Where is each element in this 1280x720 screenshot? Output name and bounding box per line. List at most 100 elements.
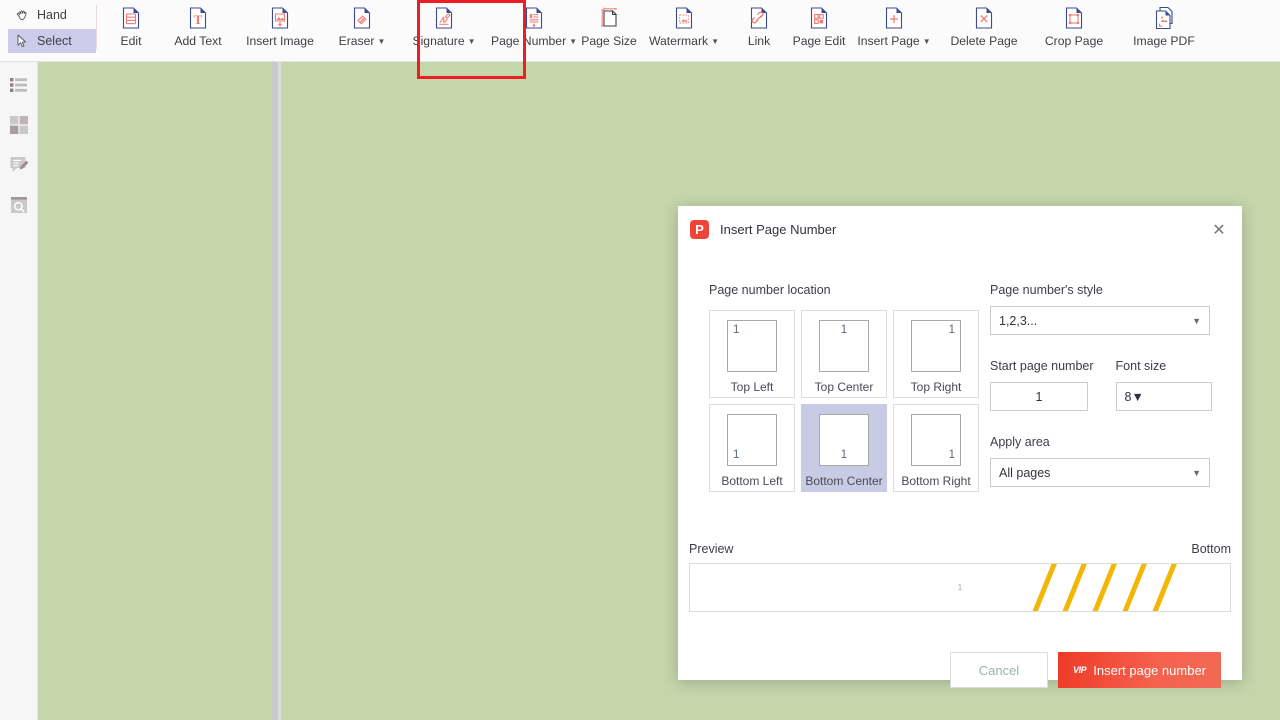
tool-link[interactable]: Link — [729, 0, 789, 62]
image-pdf-icon — [1151, 4, 1177, 32]
location-option-label: Top Right — [910, 380, 962, 394]
tool-watermark[interactable]: Watermark ▼ — [639, 0, 729, 62]
svg-text:T: T — [194, 12, 203, 27]
sidebar-item-outline[interactable] — [7, 74, 31, 100]
start-page-number-group: Start page number 1 — [990, 359, 1094, 411]
sidebar-item-annotations[interactable] — [7, 154, 31, 180]
thumbnail-pane[interactable] — [38, 62, 272, 720]
eraser-icon — [349, 4, 375, 32]
font-size-value: 8 — [1124, 389, 1132, 404]
sidebar-item-search[interactable] — [7, 194, 31, 220]
delete-page-icon — [971, 4, 997, 32]
page-number-location-label: Page number location — [709, 283, 831, 297]
tool-insert-image[interactable]: Insert Image — [235, 0, 325, 62]
page-number-style-select[interactable]: 1,2,3... ▼ — [990, 306, 1210, 335]
start-page-number-label: Start page number — [990, 359, 1094, 373]
location-option-top-right[interactable]: 1 Top Right — [893, 310, 979, 398]
insert-page-icon — [881, 4, 907, 32]
crop-page-icon — [1061, 4, 1087, 32]
app-window: Hand Select Edit T Add Text Insert Image… — [0, 0, 1280, 720]
chevron-down-icon: ▼ — [1131, 389, 1144, 404]
chevron-down-icon: ▼ — [569, 37, 578, 46]
main-toolbar: Hand Select Edit T Add Text Insert Image… — [0, 0, 1280, 79]
toolbar-tools: Edit T Add Text Insert Image Eraser ▼ Si… — [101, 0, 1209, 62]
tool-add-text[interactable]: T Add Text — [161, 0, 235, 62]
tool-page-number-label: Page Number ▼ — [490, 34, 578, 48]
insert-page-number-button[interactable]: VIP Insert page number — [1057, 652, 1221, 688]
location-option-top-left[interactable]: 1 Top Left — [709, 310, 795, 398]
page-edit-icon — [806, 4, 832, 32]
page-number-style-value: 1,2,3... — [999, 313, 1038, 328]
preview-page-number-mark: 1 — [957, 583, 963, 592]
preview-stripe — [1057, 564, 1092, 611]
apply-area-select[interactable]: All pages ▼ — [990, 458, 1210, 487]
watermark-icon — [671, 4, 697, 32]
edit-document-icon — [118, 4, 144, 32]
chevron-down-icon: ▼ — [1192, 467, 1201, 478]
vip-badge-icon: VIP — [1072, 664, 1087, 675]
page-preview-thumb: 1 — [911, 414, 961, 466]
page-number-location-grid: 1 Top Left 1 Top Center 1 Top Right 1 Bo… — [709, 310, 979, 492]
tool-image-pdf-label: Image PDF — [1133, 34, 1195, 48]
tool-page-size[interactable]: Page Size — [579, 0, 639, 62]
annotation-edit-icon — [8, 154, 30, 181]
font-size-label: Font size — [1115, 359, 1167, 373]
tool-page-number[interactable]: Page Number ▼ — [489, 0, 579, 62]
close-icon[interactable]: ✕ — [1206, 218, 1232, 244]
page-preview-thumb: 1 — [819, 320, 869, 372]
tool-insert-page[interactable]: Insert Page ▼ — [849, 0, 939, 62]
tool-page-edit-label: Page Edit — [792, 34, 846, 48]
page-size-icon — [596, 4, 622, 32]
tool-page-edit[interactable]: Page Edit — [789, 0, 849, 62]
sidebar-item-thumbnails[interactable] — [7, 114, 31, 140]
search-page-icon — [8, 194, 30, 221]
chevron-down-icon: ▼ — [467, 37, 476, 46]
mode-hand[interactable]: Hand — [8, 3, 96, 27]
location-option-bottom-left[interactable]: 1 Bottom Left — [709, 404, 795, 492]
page-number-style-label: Page number's style — [990, 283, 1103, 297]
preview-position-label: Bottom — [1191, 542, 1231, 556]
tool-crop-page[interactable]: Crop Page — [1029, 0, 1119, 62]
mode-select-label: Select — [37, 34, 72, 48]
insert-page-number-dialog: P Insert Page Number ✕ Page number locat… — [678, 206, 1242, 688]
tool-edit[interactable]: Edit — [101, 0, 161, 62]
start-page-number-input[interactable]: 1 — [990, 382, 1088, 411]
preview-header: Preview Bottom — [689, 542, 1231, 556]
chevron-down-icon: ▼ — [711, 37, 720, 46]
tool-link-label: Link — [747, 34, 771, 48]
app-logo-icon: P — [690, 219, 709, 239]
location-option-top-center[interactable]: 1 Top Center — [801, 310, 887, 398]
location-option-bottom-right[interactable]: 1 Bottom Right — [893, 404, 979, 492]
preview-label: Preview — [689, 542, 734, 556]
font-size-group: Font size 8 ▼ — [1115, 359, 1212, 411]
page-number-icon — [521, 4, 547, 32]
preview-stripe — [1117, 564, 1152, 611]
dialog-title: Insert Page Number — [720, 221, 837, 237]
mode-selector-group: Hand Select — [0, 0, 96, 53]
location-option-bottom-center[interactable]: 1 Bottom Center — [801, 404, 887, 492]
page-number-mark: 1 — [840, 448, 848, 461]
toolbar-divider — [96, 5, 97, 49]
page-number-mark: 1 — [948, 324, 955, 336]
cancel-button[interactable]: Cancel — [949, 652, 1048, 688]
tool-eraser[interactable]: Eraser ▼ — [325, 0, 399, 62]
tool-delete-page[interactable]: Delete Page — [939, 0, 1029, 62]
page-number-mark: 1 — [733, 448, 740, 461]
page-number-mark: 1 — [948, 448, 955, 461]
tool-signature[interactable]: Signature ▼ — [399, 0, 489, 62]
dialog-title-bar: P Insert Page Number — [678, 206, 1242, 252]
tool-watermark-label: Watermark ▼ — [648, 34, 720, 48]
page-preview-thumb: 1 — [911, 320, 961, 372]
tool-image-pdf[interactable]: Image PDF — [1119, 0, 1209, 62]
start-page-and-font-row: Start page number 1 Font size 8 ▼ — [990, 359, 1212, 411]
font-size-select[interactable]: 8 ▼ — [1115, 382, 1212, 411]
tool-eraser-label: Eraser ▼ — [338, 34, 386, 48]
page-preview-thumb: 1 — [727, 320, 777, 372]
mode-select[interactable]: Select — [8, 29, 96, 53]
insert-page-number-button-label: Insert page number — [1093, 662, 1206, 678]
apply-area-label: Apply area — [990, 435, 1050, 449]
page-number-mark: 1 — [840, 324, 848, 336]
preview-stripe — [1027, 564, 1062, 611]
preview-stripe — [1087, 564, 1122, 611]
hand-icon — [14, 7, 31, 23]
